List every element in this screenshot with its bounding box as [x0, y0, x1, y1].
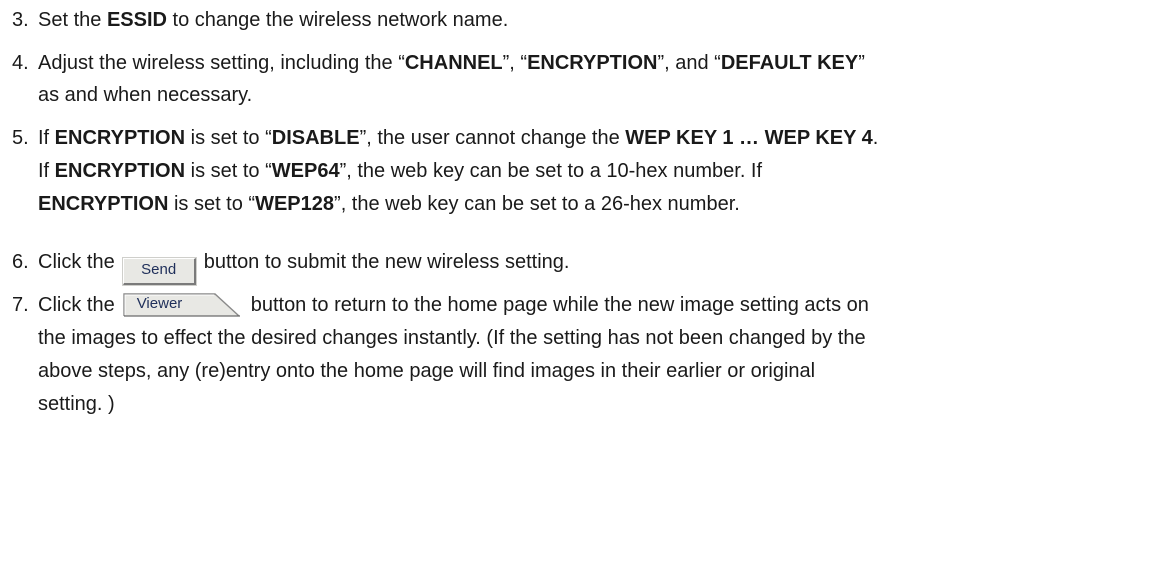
viewer-button[interactable]: Viewer	[123, 293, 241, 317]
step-5-number: 5.	[12, 127, 29, 149]
channel-term: CHANNEL	[404, 52, 503, 74]
text: as and when necessary.	[38, 84, 253, 106]
text: setting. )	[38, 393, 115, 415]
step-3-line-1: Set the ESSID to change the wireless net…	[38, 7, 508, 33]
text: Click the	[38, 294, 115, 316]
text: above steps, any (re)entry onto the home…	[38, 360, 816, 382]
text: ”	[858, 52, 865, 74]
encryption-term: ENCRYPTION	[54, 127, 186, 149]
text: to change the wireless network name.	[166, 9, 509, 31]
essid-term: ESSID	[106, 9, 167, 31]
step-4-number: 4.	[12, 52, 29, 74]
text: ”, “	[502, 52, 528, 74]
text: ”, the web key can be set to a 26-hex nu…	[334, 193, 740, 215]
encryption-term: ENCRYPTION	[54, 160, 186, 182]
step-3-number: 3.	[12, 9, 29, 31]
text: ”, the web key can be set to a 10-hex nu…	[339, 160, 763, 182]
text: is set to “	[168, 193, 256, 215]
text: Adjust the wireless setting, including t…	[38, 52, 405, 74]
text: the images to effect the desired changes…	[38, 327, 866, 349]
text: If	[38, 160, 55, 182]
default-key-term: DEFAULT KEY	[720, 52, 859, 74]
text: is set to “	[185, 160, 272, 182]
text: button to return to the home page while …	[250, 294, 869, 316]
encryption-term: ENCRYPTION	[527, 52, 658, 74]
text: ”, and “	[657, 52, 721, 74]
step-5-line-1: If ENCRYPTION is set to “DISABLE”, the u…	[38, 125, 878, 151]
step-6-number: 6.	[12, 251, 29, 273]
text: ”, the user cannot change the	[359, 127, 626, 149]
step-7-line-3: above steps, any (re)entry onto the home…	[38, 358, 815, 384]
step-7-line-2: the images to effect the desired changes…	[38, 325, 866, 351]
wep64-term: WEP64	[271, 160, 340, 182]
send-button[interactable]: Send	[122, 258, 196, 285]
step-4-line-2: as and when necessary.	[38, 82, 252, 108]
step-5-line-2: If ENCRYPTION is set to “WEP64”, the web…	[38, 158, 762, 184]
step-5-line-3: ENCRYPTION is set to “WEP128”, the web k…	[38, 191, 740, 217]
text: button to submit the new wireless settin…	[203, 251, 570, 273]
disable-term: DISABLE	[271, 127, 360, 149]
step-4-line-1: Adjust the wireless setting, including t…	[38, 50, 865, 76]
wep-key-term: WEP KEY 1 … WEP KEY 4	[625, 127, 873, 149]
text: If	[38, 127, 55, 149]
step-7-line-4: setting. )	[38, 391, 115, 417]
text: .	[872, 127, 879, 149]
step-7-line-1: Click the Viewer button to return to the h…	[38, 292, 869, 318]
step-6-line-1: Click the Send button to submit the new wi…	[38, 249, 570, 285]
text: is set to “	[185, 127, 272, 149]
encryption-term: ENCRYPTION	[38, 193, 169, 215]
text: Click the	[38, 251, 115, 273]
wep128-term: WEP128	[255, 193, 335, 215]
instruction-page: 3. Set the ESSID to change the wireless …	[0, 0, 1176, 565]
step-7-number: 7.	[12, 294, 29, 316]
text: Set the	[38, 9, 107, 31]
viewer-button-label: Viewer	[136, 295, 183, 312]
